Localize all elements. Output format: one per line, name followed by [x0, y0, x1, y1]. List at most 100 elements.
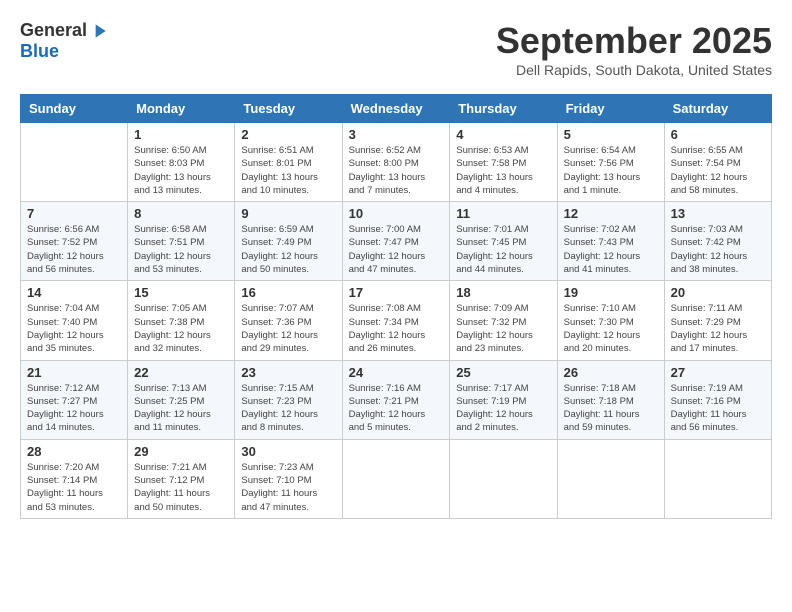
day-info: Sunrise: 6:59 AM Sunset: 7:49 PM Dayligh…: [241, 223, 335, 276]
logo-blue-text: Blue: [20, 41, 59, 62]
day-info: Sunrise: 7:08 AM Sunset: 7:34 PM Dayligh…: [349, 302, 444, 355]
day-info: Sunrise: 7:05 AM Sunset: 7:38 PM Dayligh…: [134, 302, 228, 355]
day-number: 15: [134, 285, 228, 300]
calendar-week-row: 14 Sunrise: 7:04 AM Sunset: 7:40 PM Dayli…: [21, 281, 772, 360]
calendar-cell: 25 Sunrise: 7:17 AM Sunset: 7:19 PM Dayli…: [450, 360, 557, 439]
day-info: Sunrise: 7:04 AM Sunset: 7:40 PM Dayligh…: [27, 302, 121, 355]
day-number: 8: [134, 206, 228, 221]
day-info: Sunrise: 7:19 AM Sunset: 7:16 PM Dayligh…: [671, 382, 765, 435]
calendar-cell: 12 Sunrise: 7:02 AM Sunset: 7:43 PM Dayli…: [557, 202, 664, 281]
day-info: Sunrise: 7:18 AM Sunset: 7:18 PM Dayligh…: [564, 382, 658, 435]
calendar-week-row: 1 Sunrise: 6:50 AM Sunset: 8:03 PM Daylig…: [21, 123, 772, 202]
calendar-week-row: 28Sunrise: 7:20 AM Sunset: 7:14 PM Dayli…: [21, 439, 772, 518]
day-info: Sunrise: 6:55 AM Sunset: 7:54 PM Dayligh…: [671, 144, 765, 197]
calendar-table: SundayMondayTuesdayWednesdayThursdayFrid…: [20, 94, 772, 519]
day-number: 6: [671, 127, 765, 142]
calendar-week-row: 7 Sunrise: 6:56 AM Sunset: 7:52 PM Daylig…: [21, 202, 772, 281]
day-number: 4: [456, 127, 550, 142]
day-number: 20: [671, 285, 765, 300]
calendar-cell: 30 Sunrise: 7:23 AM Sunset: 7:10 PM Dayli…: [235, 439, 342, 518]
day-number: 11: [456, 206, 550, 221]
calendar-cell: 8 Sunrise: 6:58 AM Sunset: 7:51 PM Daylig…: [128, 202, 235, 281]
header-day-friday: Friday: [557, 95, 664, 123]
day-info: Sunrise: 7:00 AM Sunset: 7:47 PM Dayligh…: [349, 223, 444, 276]
calendar-cell: [21, 123, 128, 202]
calendar-cell: 1 Sunrise: 6:50 AM Sunset: 8:03 PM Daylig…: [128, 123, 235, 202]
calendar-cell: 6 Sunrise: 6:55 AM Sunset: 7:54 PM Daylig…: [664, 123, 771, 202]
day-info: Sunrise: 7:23 AM Sunset: 7:10 PM Dayligh…: [241, 461, 335, 514]
day-info: Sunrise: 7:09 AM Sunset: 7:32 PM Dayligh…: [456, 302, 550, 355]
title-area: September 2025 Dell Rapids, South Dakota…: [496, 20, 772, 78]
day-info: Sunrise: 6:51 AM Sunset: 8:01 PM Dayligh…: [241, 144, 335, 197]
calendar-cell: 3 Sunrise: 6:52 AM Sunset: 8:00 PM Daylig…: [342, 123, 450, 202]
day-info: Sunrise: 7:10 AM Sunset: 7:30 PM Dayligh…: [564, 302, 658, 355]
day-info: Sunrise: 7:21 AM Sunset: 7:12 PM Dayligh…: [134, 461, 228, 514]
day-number: 9: [241, 206, 335, 221]
day-number: 23: [241, 365, 335, 380]
header-day-wednesday: Wednesday: [342, 95, 450, 123]
calendar-cell: 7 Sunrise: 6:56 AM Sunset: 7:52 PM Daylig…: [21, 202, 128, 281]
day-info: Sunrise: 6:53 AM Sunset: 7:58 PM Dayligh…: [456, 144, 550, 197]
calendar-cell: 10 Sunrise: 7:00 AM Sunset: 7:47 PM Dayli…: [342, 202, 450, 281]
day-number: 30: [241, 444, 335, 459]
day-number: 25: [456, 365, 550, 380]
calendar-cell: 13 Sunrise: 7:03 AM Sunset: 7:42 PM Dayli…: [664, 202, 771, 281]
day-number: 13: [671, 206, 765, 221]
day-info: Sunrise: 7:20 AM Sunset: 7:14 PM Dayligh…: [27, 461, 121, 514]
header-day-tuesday: Tuesday: [235, 95, 342, 123]
header-day-thursday: Thursday: [450, 95, 557, 123]
header-day-saturday: Saturday: [664, 95, 771, 123]
header: General Blue September 2025 Dell Rapids,…: [20, 20, 772, 78]
header-day-monday: Monday: [128, 95, 235, 123]
day-info: Sunrise: 7:13 AM Sunset: 7:25 PM Dayligh…: [134, 382, 228, 435]
day-info: Sunrise: 7:01 AM Sunset: 7:45 PM Dayligh…: [456, 223, 550, 276]
day-info: Sunrise: 7:02 AM Sunset: 7:43 PM Dayligh…: [564, 223, 658, 276]
day-number: 7: [27, 206, 121, 221]
day-number: 18: [456, 285, 550, 300]
calendar-cell: [342, 439, 450, 518]
location-title: Dell Rapids, South Dakota, United States: [496, 62, 772, 78]
day-number: 10: [349, 206, 444, 221]
calendar-cell: [557, 439, 664, 518]
day-number: 17: [349, 285, 444, 300]
day-info: Sunrise: 7:11 AM Sunset: 7:29 PM Dayligh…: [671, 302, 765, 355]
day-number: 19: [564, 285, 658, 300]
day-info: Sunrise: 6:54 AM Sunset: 7:56 PM Dayligh…: [564, 144, 658, 197]
day-number: 1: [134, 127, 228, 142]
day-info: Sunrise: 7:03 AM Sunset: 7:42 PM Dayligh…: [671, 223, 765, 276]
calendar-cell: [664, 439, 771, 518]
calendar-cell: 2Sunrise: 6:51 AM Sunset: 8:01 PM Daylig…: [235, 123, 342, 202]
day-number: 3: [349, 127, 444, 142]
logo-icon: [89, 21, 109, 41]
day-info: Sunrise: 6:50 AM Sunset: 8:03 PM Dayligh…: [134, 144, 228, 197]
day-number: 27: [671, 365, 765, 380]
day-info: Sunrise: 7:07 AM Sunset: 7:36 PM Dayligh…: [241, 302, 335, 355]
day-info: Sunrise: 7:15 AM Sunset: 7:23 PM Dayligh…: [241, 382, 335, 435]
calendar-cell: 29 Sunrise: 7:21 AM Sunset: 7:12 PM Dayli…: [128, 439, 235, 518]
day-number: 29: [134, 444, 228, 459]
calendar-cell: 16Sunrise: 7:07 AM Sunset: 7:36 PM Dayli…: [235, 281, 342, 360]
day-number: 14: [27, 285, 121, 300]
day-info: Sunrise: 6:56 AM Sunset: 7:52 PM Dayligh…: [27, 223, 121, 276]
header-day-sunday: Sunday: [21, 95, 128, 123]
day-number: 5: [564, 127, 658, 142]
day-number: 12: [564, 206, 658, 221]
calendar-cell: [450, 439, 557, 518]
day-info: Sunrise: 6:58 AM Sunset: 7:51 PM Dayligh…: [134, 223, 228, 276]
calendar-cell: 19 Sunrise: 7:10 AM Sunset: 7:30 PM Dayli…: [557, 281, 664, 360]
day-number: 26: [564, 365, 658, 380]
calendar-cell: 17 Sunrise: 7:08 AM Sunset: 7:34 PM Dayli…: [342, 281, 450, 360]
calendar-header-row: SundayMondayTuesdayWednesdayThursdayFrid…: [21, 95, 772, 123]
day-number: 21: [27, 365, 121, 380]
logo-general-text: General: [20, 20, 87, 41]
day-info: Sunrise: 7:17 AM Sunset: 7:19 PM Dayligh…: [456, 382, 550, 435]
day-info: Sunrise: 7:12 AM Sunset: 7:27 PM Dayligh…: [27, 382, 121, 435]
day-number: 24: [349, 365, 444, 380]
calendar-cell: 27 Sunrise: 7:19 AM Sunset: 7:16 PM Dayli…: [664, 360, 771, 439]
month-title: September 2025: [496, 20, 772, 62]
calendar-cell: 23 Sunrise: 7:15 AM Sunset: 7:23 PM Dayli…: [235, 360, 342, 439]
day-info: Sunrise: 6:52 AM Sunset: 8:00 PM Dayligh…: [349, 144, 444, 197]
calendar-cell: 15 Sunrise: 7:05 AM Sunset: 7:38 PM Dayli…: [128, 281, 235, 360]
day-info: Sunrise: 7:16 AM Sunset: 7:21 PM Dayligh…: [349, 382, 444, 435]
calendar-cell: 21 Sunrise: 7:12 AM Sunset: 7:27 PM Dayli…: [21, 360, 128, 439]
